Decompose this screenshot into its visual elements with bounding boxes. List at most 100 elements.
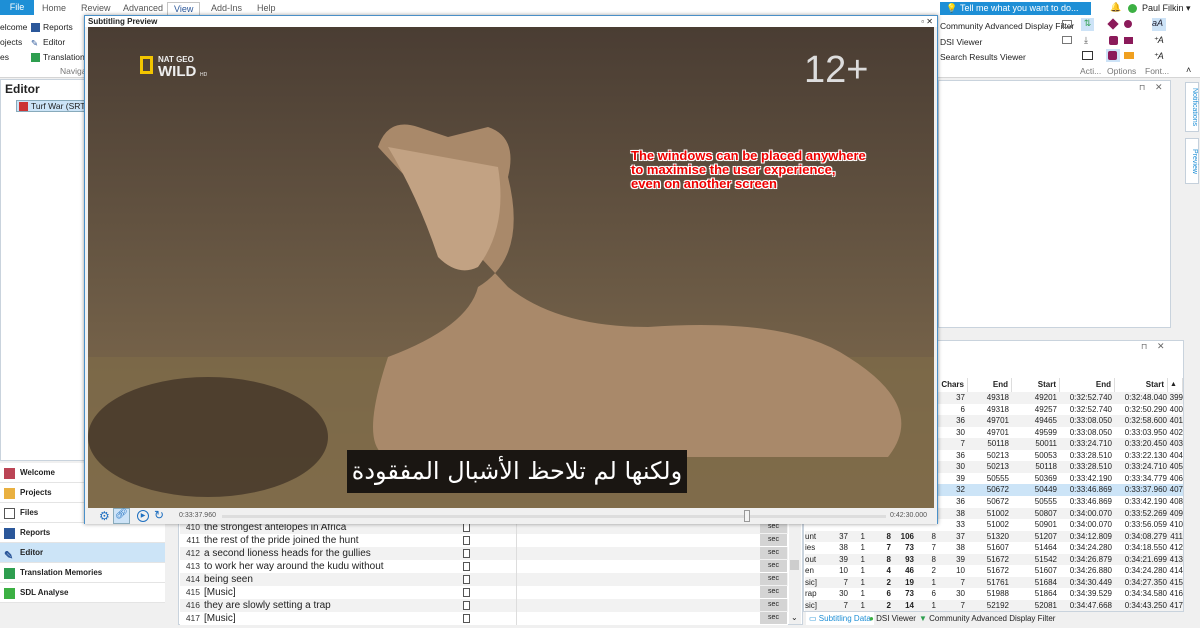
nav-reports[interactable]: Reports <box>31 22 73 33</box>
col-start[interactable]: Start <box>1115 378 1168 392</box>
nav-projects[interactable]: ojects <box>0 37 22 47</box>
subtitle-row[interactable]: out 39 1 8 93 8 39 51672 51542 0:34:26.879 0:34:21… <box>805 553 1183 566</box>
scroll-thumb[interactable] <box>790 560 799 570</box>
cell-num: 414 <box>1169 566 1183 576</box>
source-text[interactable]: they are slowly setting a trap <box>204 599 460 612</box>
font-plus-icon[interactable]: ⁺A <box>1153 35 1164 46</box>
window-icon[interactable] <box>1082 51 1093 60</box>
subtitle-row[interactable]: en 10 1 4 46 2 10 51672 51607 0:34:26.880 0:34:24.… <box>805 565 1183 577</box>
sort-icon[interactable]: ⇅ <box>1081 18 1094 31</box>
close-circle-icon[interactable] <box>1124 20 1132 28</box>
subtitle-row[interactable]: rap 30 1 6 73 6 30 51988 51864 0:34:39.529 0:34:34… <box>805 588 1183 600</box>
cell-chars: 7 <box>960 577 965 587</box>
timeline-slider[interactable] <box>222 510 886 522</box>
tab-dsi-viewer[interactable]: ● DSI Viewer <box>869 612 916 625</box>
close-icon[interactable]: ✕ <box>1155 82 1163 93</box>
scroll-down-icon[interactable]: ⌄ <box>791 613 798 622</box>
collapse-ribbon-icon[interactable]: ˄ <box>1186 65 1191 75</box>
user-menu[interactable]: Paul Filkin ▾ <box>1142 3 1191 14</box>
pin-icon[interactable]: ⊓ <box>1139 83 1145 92</box>
view-search-results[interactable]: Search Results Viewer <box>940 52 1026 62</box>
window-title[interactable]: Subtitling Preview ▫ ✕ <box>85 16 937 27</box>
tab-add-ins[interactable]: Add-Ins <box>205 2 248 15</box>
editor-row[interactable]: 417 [Music] sec <box>180 612 788 625</box>
hexagon-icon[interactable] <box>1109 36 1118 45</box>
tab-home[interactable]: Home <box>36 2 72 15</box>
hexagon-selected-icon[interactable] <box>1106 49 1120 62</box>
tag-icon[interactable] <box>1124 52 1134 59</box>
side-tab-preview[interactable]: Preview <box>1185 138 1199 184</box>
subtitle-row[interactable]: unt 37 1 8 106 8 37 51320 51207 0:34:12.809 0:34:0… <box>805 530 1183 543</box>
tab-subtitling-data[interactable]: ▭ Subtitling Data <box>806 612 874 625</box>
video-frame[interactable]: NAT GEO WILD HD 12+ The windows can be p… <box>88 27 934 508</box>
file-tab[interactable]: File <box>0 0 34 15</box>
subtitle-row[interactable]: sic] 7 1 2 14 1 7 52192 52081 0:34:47.668 0:34:43.… <box>805 599 1183 612</box>
nav-editor[interactable]: ✎ Editor <box>31 37 65 48</box>
editor-row[interactable]: 416 they are slowly setting a trap sec <box>180 599 788 612</box>
editor-scrollbar[interactable]: ⌄ <box>789 521 801 624</box>
user-name: Paul Filkin <box>1142 3 1184 13</box>
tab-view[interactable]: View <box>167 2 201 15</box>
bell-icon[interactable]: 🔔 <box>1110 2 1121 13</box>
source-text[interactable]: a second lioness heads for the gullies <box>204 547 460 560</box>
view-dsi-viewer[interactable]: DSI Viewer <box>940 37 982 47</box>
view-community-filter[interactable]: Community Advanced Display Filter <box>940 21 1074 31</box>
cell-chars: 30 <box>956 427 965 437</box>
col-chars[interactable]: Chars <box>940 378 968 392</box>
refresh-icon[interactable]: ↻ <box>154 508 164 522</box>
editor-row[interactable]: 411 the rest of the pride joined the hunt… <box>180 534 788 547</box>
check-icon[interactable] <box>1124 37 1133 44</box>
nav-button-sdl-analyse[interactable]: SDL Analyse <box>0 583 165 603</box>
tab-advanced[interactable]: Advanced <box>117 2 169 15</box>
label: Notifications <box>1191 87 1198 127</box>
nav-files[interactable]: es <box>0 52 9 62</box>
source-text[interactable]: being seen <box>204 573 460 586</box>
cell-sf: 49599 <box>1034 427 1057 437</box>
tell-me-box[interactable]: 💡 Tell me what you want to do... <box>940 2 1091 15</box>
nav-button-reports[interactable]: Reports <box>0 523 165 543</box>
diamond-icon[interactable] <box>1107 18 1119 30</box>
subtitle-row[interactable]: ies 38 1 7 73 7 38 51607 51464 0:34:24.280 0:34:18… <box>805 542 1183 554</box>
nav-button-translation-memories[interactable]: Translation Memories <box>0 563 165 583</box>
col-end[interactable]: End <box>1060 378 1115 392</box>
source-text[interactable]: [Music] <box>204 586 460 599</box>
font-a-icon[interactable]: aA <box>1152 18 1166 31</box>
label: SDL Analyse <box>20 588 69 597</box>
font-minus-icon[interactable]: ⁺A <box>1153 51 1164 62</box>
nav-welcome[interactable]: elcome <box>0 22 27 32</box>
source-text[interactable]: the rest of the pride joined the hunt <box>204 534 460 547</box>
settings-icon[interactable]: ⚙ <box>99 509 110 523</box>
editor-row[interactable]: 414 being seen sec <box>180 573 788 586</box>
monitor-icon[interactable] <box>1062 20 1072 28</box>
sort-asc-icon[interactable]: ▲ <box>1168 378 1183 392</box>
tab-review[interactable]: Review <box>75 2 117 15</box>
download-icon[interactable]: ⤓ <box>1084 35 1088 46</box>
cell-sf: 49465 <box>1034 416 1057 426</box>
cell-b: 1 <box>860 589 865 599</box>
subtitling-preview-window[interactable]: Subtitling Preview ▫ ✕ NAT GEO WILD HD 12… <box>84 15 938 524</box>
editor-row[interactable]: 415 [Music] sec <box>180 586 788 599</box>
editor-row[interactable]: 412 a second lioness heads for the gullie… <box>180 547 788 560</box>
col-end-frames[interactable]: End Frames <box>968 378 1012 403</box>
col-start-frames[interactable]: Start Frames <box>1012 378 1060 403</box>
nav-button-editor[interactable]: ✎ Editor <box>0 543 165 563</box>
close-icon[interactable]: ✕ <box>1157 341 1165 352</box>
link-icon[interactable]: 🔗︎ <box>113 508 130 524</box>
close-icon[interactable]: ▫ ✕ <box>921 16 933 27</box>
slider-thumb[interactable] <box>743 510 750 522</box>
source-text[interactable]: to work her way around the kudu without <box>204 560 460 573</box>
segment-number: 414 <box>185 574 200 584</box>
subtitle-row[interactable]: sic] 7 1 2 19 1 7 51761 51684 0:34:30.449 0:34:27.… <box>805 576 1183 589</box>
pin-icon[interactable]: ⊓ <box>1141 342 1147 351</box>
cell-e: 8 <box>931 531 936 541</box>
editor-row[interactable]: 413 to work her way around the kudu witho… <box>180 560 788 573</box>
play-icon[interactable]: ▶ <box>137 510 149 522</box>
cell-num: 407 <box>1169 485 1183 495</box>
side-tab-notifications[interactable]: Notifications <box>1185 82 1199 132</box>
tab-help[interactable]: Help <box>251 2 282 15</box>
cell-chars: 39 <box>956 554 965 564</box>
monitor-icon[interactable] <box>1062 36 1072 44</box>
tab-community-filter[interactable]: ▼ Community Advanced Display Filter <box>919 612 1055 625</box>
source-text[interactable]: [Music] <box>204 612 460 625</box>
status-sec: sec <box>760 599 787 611</box>
